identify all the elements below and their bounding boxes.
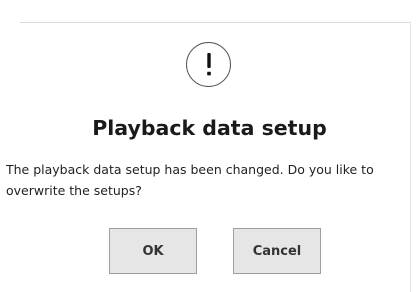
dialog-message-line-1: The playback data setup has been changed… — [6, 162, 374, 177]
dialog-right-border — [410, 22, 411, 292]
dialog-top-border — [20, 22, 410, 23]
ok-button[interactable]: OK — [109, 228, 197, 274]
dialog-message-line-2: overwrite the setups? — [6, 183, 142, 198]
exclamation-circle-icon — [186, 42, 231, 87]
dialog: Playback data setup The playback data se… — [0, 0, 419, 292]
cancel-button[interactable]: Cancel — [233, 228, 321, 274]
dialog-title: Playback data setup — [92, 116, 327, 140]
dialog-message: The playback data setup has been changed… — [6, 159, 419, 201]
